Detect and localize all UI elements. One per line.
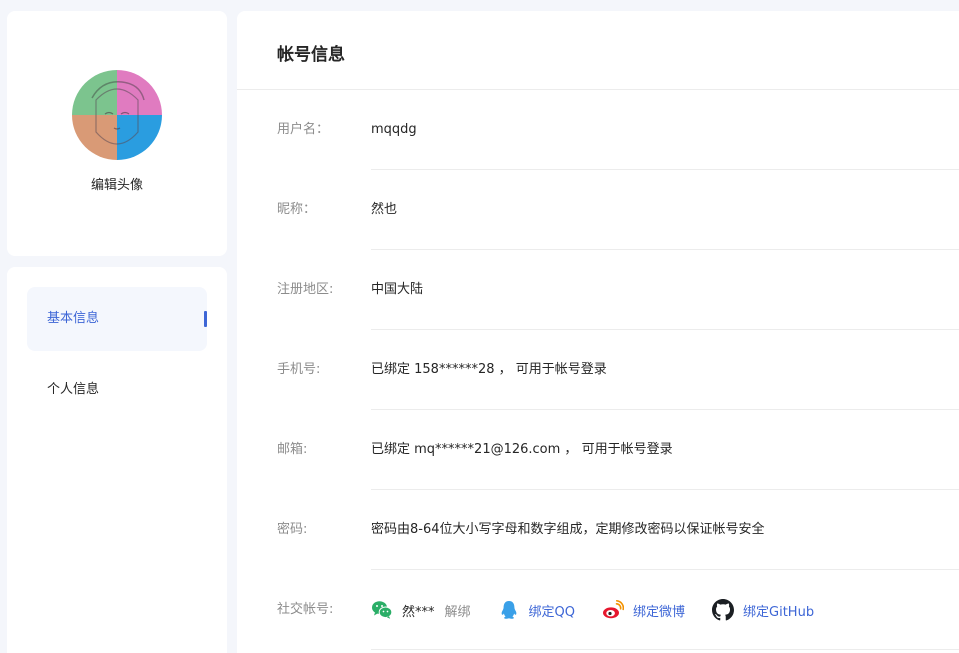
wechat-name: 然*** (402, 604, 435, 620)
row-social: 社交帐号: 然*** 解绑 绑定QQ 绑定微博 绑定GitHub (277, 570, 959, 650)
row-email: 邮箱: 已绑定 mq******21@126.com ， 可用于帐号登录 (277, 410, 959, 490)
avatar-image (72, 70, 162, 160)
field-label: 密码: (277, 522, 308, 537)
bind-qq-link[interactable]: 绑定QQ (529, 601, 575, 620)
field-value: mqqdg (371, 122, 417, 137)
row-region: 注册地区: 中国大陆 (277, 250, 959, 330)
row-username: 用户名： mqqdg (277, 90, 959, 170)
field-label: 邮箱: (277, 442, 308, 457)
field-label: 昵称： (277, 202, 317, 217)
menu-item-label: 基本信息 (47, 311, 100, 326)
weibo-icon (602, 599, 624, 621)
avatar-card: 编辑头像 (7, 11, 227, 256)
field-label: 注册地区: (277, 282, 334, 297)
bind-weibo-link[interactable]: 绑定微博 (633, 601, 685, 620)
field-value: 已绑定 158******28 ， 可用于帐号登录 (371, 362, 607, 377)
field-value: 然也 (371, 202, 398, 217)
menu-item-label: 个人信息 (47, 382, 100, 397)
account-info-panel: 帐号信息 用户名： mqqdg 昵称： 然也 注册地区: 中国大陆 手机号: 已… (237, 11, 959, 653)
wechat-icon (371, 599, 393, 621)
field-value: 已绑定 mq******21@126.com ， 可用于帐号登录 (371, 442, 673, 457)
social-accounts: 然*** 解绑 绑定QQ 绑定微博 绑定GitHub (371, 570, 814, 650)
field-value: 密码由8-64位大小写字母和数字组成，定期修改密码以保证帐号安全 (371, 522, 765, 537)
side-menu: 基本信息 个人信息 (7, 267, 227, 653)
bind-github-link[interactable]: 绑定GitHub (743, 601, 814, 620)
page-title: 帐号信息 (277, 45, 345, 65)
edit-avatar-link[interactable]: 编辑头像 (7, 174, 227, 193)
field-label: 用户名： (277, 122, 330, 137)
qq-icon (498, 599, 520, 621)
menu-item-personal-info[interactable]: 个人信息 (27, 358, 207, 422)
wechat-unbind-link[interactable]: 解绑 (445, 601, 471, 620)
field-label: 社交帐号: (277, 602, 334, 617)
field-value: 中国大陆 (371, 282, 424, 297)
row-divider (371, 649, 959, 650)
menu-item-basic-info[interactable]: 基本信息 (27, 287, 207, 351)
avatar[interactable] (72, 70, 162, 160)
row-password: 密码: 密码由8-64位大小写字母和数字组成，定期修改密码以保证帐号安全 (277, 490, 959, 570)
row-nickname: 昵称： 然也 (277, 170, 959, 250)
field-label: 手机号: (277, 362, 321, 377)
active-indicator (204, 311, 207, 327)
github-icon (712, 599, 735, 621)
row-phone: 手机号: 已绑定 158******28 ， 可用于帐号登录 (277, 330, 959, 410)
